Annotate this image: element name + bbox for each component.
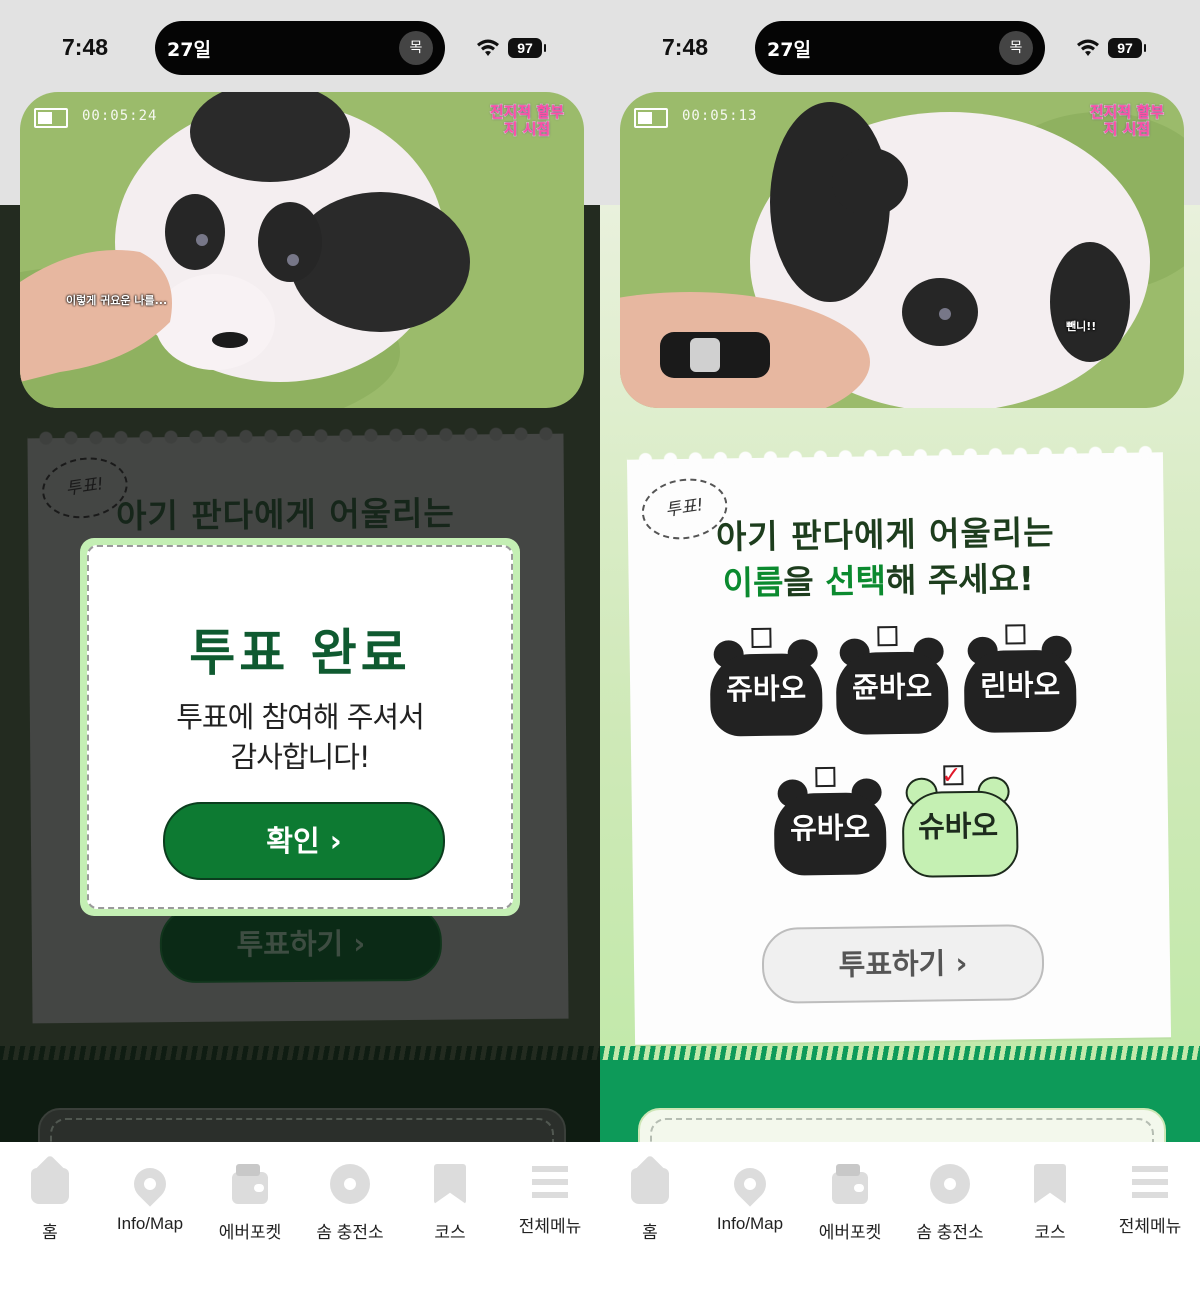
video-subtitle: 뺀니!! [1066,320,1097,333]
choice-linbao[interactable]: 린바오 [963,624,1077,736]
tab-info-map[interactable]: Info/Map [700,1161,800,1234]
choice-yubao[interactable]: 유바오 [773,766,887,878]
checkbox[interactable] [815,766,836,788]
modal-title: 투표 완료 [189,624,411,682]
status-time: 7:48 [662,34,709,60]
battery-icon: 97 [508,38,546,58]
choice-label: 유바오 [789,810,871,846]
tab-home[interactable]: 홈 [0,1162,100,1243]
paper-spiral-edge [27,421,564,451]
battery-rec-icon [34,108,68,128]
heading-text: 을 [783,562,826,602]
choice-label: 린바오 [979,667,1061,703]
heading-text: 해 주세요! [885,559,1035,601]
wallet-icon [232,1164,268,1204]
choice-label: 쥬바오 [725,671,807,707]
checkbox[interactable] [1005,624,1026,645]
tab-label: 홈 [42,1223,58,1242]
island-date: 27일 [767,39,811,61]
wifi-icon [477,39,499,56]
screen-vote-select: 7:48 27일 목 97 00:05:13 전지적 할부지 시점 뺀니!! 투… [600,0,1200,1304]
choice-label: 쥰바오 [851,669,933,705]
vote-button[interactable]: 투표하기 › [159,904,443,984]
checkbox[interactable] [877,626,898,647]
vote-button[interactable]: 투표하기 › [761,924,1045,1004]
battery-rec-icon [634,108,668,128]
checkmark-icon: ✓ [941,761,962,790]
wifi-icon [1077,39,1099,56]
modal-message-line1: 투표에 참여해 주셔서 [176,700,425,734]
home-icon [31,1168,69,1204]
tab-label: 에버포켓 [818,1223,882,1242]
tab-everpocket[interactable]: 에버포켓 [200,1162,300,1243]
channel-logo: 전지적 할부지 시점 [1089,103,1165,138]
tab-home[interactable]: 홈 [600,1162,700,1243]
channel-logo: 전지적 할부지 시점 [489,103,565,138]
panda-video[interactable]: 00:05:24 전지적 할부지 시점 이렇게 귀요운 나를... [20,92,584,408]
tab-som-charge[interactable]: 솜 충전소 [300,1162,400,1243]
tab-bar: 홈 Info/Map 에버포켓 솜 충전소 코스 전체메뉴 [600,1142,1200,1304]
tab-course[interactable]: 코스 [1000,1162,1100,1243]
confirm-button[interactable]: 확인 › [163,802,445,880]
island-day: 목 [399,31,433,65]
tab-bar: 홈 Info/Map 에버포켓 솜 충전소 코스 전체메뉴 [0,1142,600,1304]
vote-heading: 아기 판다에게 어울리는 [115,493,455,536]
heading-highlight-name: 이름 [722,562,784,603]
name-choices: 쥬바오 쥰바오 린바오 유바오 ✓ 슈바오 [709,623,1093,908]
vote-heading-line2: 이름을 선택해 주세요! [722,552,1034,604]
vote-heading-line1: 아기 판다에게 어울리는 [715,512,1055,557]
panda-video-frame [20,92,584,408]
video-subtitle: 이렇게 귀요운 나를... [66,294,168,307]
flower-icon [330,1164,370,1204]
home-icon [631,1168,669,1204]
tab-som-charge[interactable]: 솜 충전소 [900,1162,1000,1243]
panda-video[interactable]: 00:05:13 전지적 할부지 시점 뺀니!! [620,92,1184,408]
map-pin-icon [127,1161,173,1207]
tab-everpocket[interactable]: 에버포켓 [800,1162,900,1243]
tab-all-menu[interactable]: 전체메뉴 [500,1162,600,1237]
tab-label: 에버포켓 [218,1223,282,1242]
tab-course[interactable]: 코스 [400,1162,500,1243]
screen-vote-complete: 7:48 27일 목 97 00:05:24 전지적 할부지 시점 이렇게 귀요… [0,0,600,1304]
panda-video-frame [620,92,1184,408]
island-day: 목 [999,31,1033,65]
tab-label: Info/Map [716,1214,784,1233]
menu-icon [1132,1166,1168,1198]
choice-syubao[interactable]: ✓ 슈바오 [901,761,1019,878]
tab-label: 솜 충전소 [916,1223,984,1242]
modal-inner: 투표 완료 투표에 참여해 주셔서 감사합니다! 확인 › [87,545,513,909]
flower-icon [930,1164,970,1204]
choice-label: 슈바오 [917,808,999,844]
dynamic-island: 27일 목 [155,21,445,75]
tab-label: 전체메뉴 [518,1217,582,1236]
tab-label: 코스 [434,1223,466,1242]
wallet-icon [832,1164,868,1204]
island-date: 27일 [167,39,211,61]
battery-icon: 97 [1108,38,1146,58]
modal-message: 투표에 참여해 주셔서 감사합니다! [89,697,511,777]
video-timecode: 00:05:24 [82,108,158,124]
menu-icon [532,1166,568,1198]
checkbox[interactable] [751,627,772,649]
tab-all-menu[interactable]: 전체메뉴 [1100,1162,1200,1237]
video-timecode: 00:05:13 [682,108,758,124]
vote-paper-card: 투표! 아기 판다에게 어울리는 이름을 선택해 주세요! 쥬바오 쥰바오 린바… [626,440,1172,1045]
tab-label: 코스 [1034,1223,1066,1242]
tab-label: 홈 [642,1223,658,1242]
dynamic-island: 27일 목 [755,21,1045,75]
bookmark-icon [1034,1164,1066,1204]
status-time: 7:48 [62,34,109,60]
tab-label: Info/Map [116,1214,184,1233]
bookmark-icon [434,1164,466,1204]
choice-jyubao[interactable]: 쥬바오 [709,627,823,739]
app-comparison: 7:48 27일 목 97 00:05:24 전지적 할부지 시점 이렇게 귀요… [0,0,1200,1304]
tab-label: 솜 충전소 [316,1223,384,1242]
heading-highlight-select: 선택 [824,561,887,602]
map-pin-icon [727,1161,773,1207]
tab-info-map[interactable]: Info/Map [100,1161,200,1234]
modal-message-line2: 감사합니다! [230,740,370,774]
tab-label: 전체메뉴 [1118,1217,1182,1236]
vote-complete-modal: 투표 완료 투표에 참여해 주셔서 감사합니다! 확인 › [80,538,520,916]
choice-jyunbao[interactable]: 쥰바오 [835,625,949,737]
